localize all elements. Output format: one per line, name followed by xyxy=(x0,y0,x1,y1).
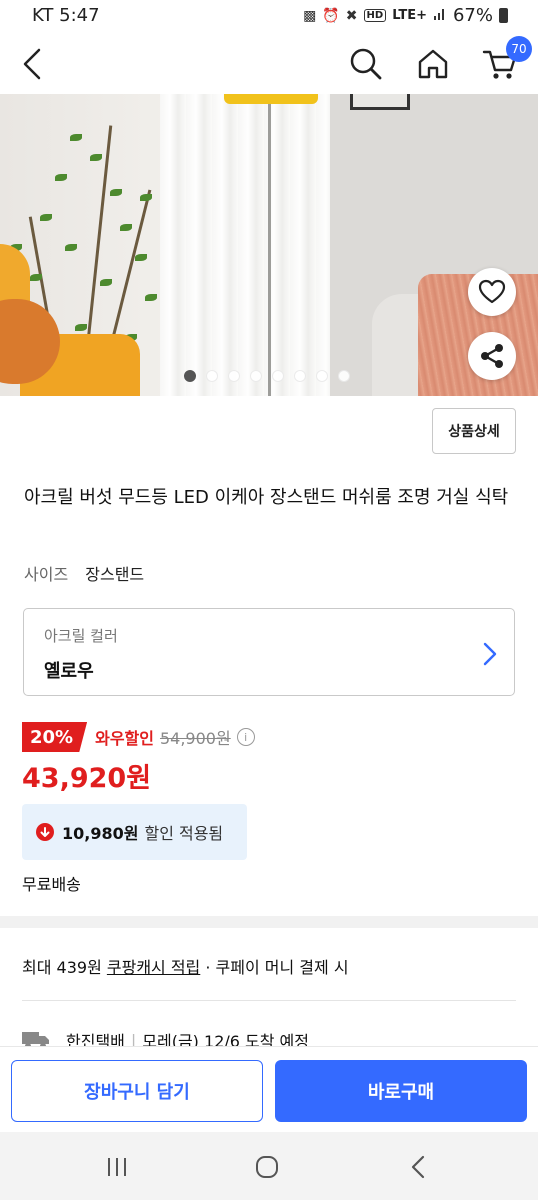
gallery-dot[interactable] xyxy=(206,370,218,382)
home-icon xyxy=(418,49,448,79)
section-divider xyxy=(0,916,538,928)
home-nav-button[interactable] xyxy=(247,1152,287,1182)
status-bar: KT 5:47 ▩ ⏰ ✖ HD LTE+ 67% xyxy=(0,0,538,32)
arrow-down-icon xyxy=(36,823,54,841)
gallery-dot[interactable] xyxy=(294,370,306,382)
color-option-select[interactable]: 아크릴 컬러 옐로우 xyxy=(23,608,515,696)
home-button[interactable] xyxy=(411,42,455,86)
image-curtain xyxy=(160,94,330,396)
back-nav-button[interactable] xyxy=(398,1152,438,1182)
bottom-action-bar: 장바구니 담기 바로구매 xyxy=(0,1046,538,1132)
wishlist-button[interactable] xyxy=(468,268,516,316)
share-button[interactable] xyxy=(468,332,516,380)
image-lamp-shade xyxy=(224,94,318,104)
cart-count-badge: 70 xyxy=(506,36,532,62)
buy-now-button[interactable]: 바로구매 xyxy=(275,1060,527,1122)
discount-applied-box: 10,980원 할인 적용됨 xyxy=(22,804,247,860)
gallery-dot[interactable] xyxy=(316,370,328,382)
gallery-dot[interactable] xyxy=(338,370,350,382)
cash-reward-prefix: 최대 439원 xyxy=(22,958,107,977)
android-nav-bar xyxy=(0,1132,538,1200)
back-button[interactable] xyxy=(10,42,54,86)
share-icon xyxy=(481,344,503,368)
size-option-value: 장스탠드 xyxy=(85,565,145,584)
free-shipping: 무료배송 xyxy=(22,875,81,894)
image-picture-frame xyxy=(350,94,410,110)
discount-badge: 20% xyxy=(22,722,88,752)
alarm-icon: ⏰ xyxy=(322,7,340,24)
back-arrow-icon xyxy=(411,1155,425,1179)
coupang-cash-link[interactable]: 쿠팡캐시 적립 xyxy=(107,958,200,977)
wow-discount-label: 와우할인 xyxy=(95,729,154,748)
cart-button[interactable]: 70 xyxy=(478,36,532,86)
recent-apps-button[interactable] xyxy=(97,1152,137,1182)
recent-apps-icon xyxy=(108,1158,126,1176)
discount-applied-text: 할인 적용됨 xyxy=(144,824,224,843)
size-option: 사이즈 장스탠드 xyxy=(24,561,144,585)
status-carrier-time: KT 5:47 xyxy=(32,5,100,26)
gallery-dot[interactable] xyxy=(228,370,240,382)
gallery-dot[interactable] xyxy=(250,370,262,382)
mute-icon: ✖ xyxy=(345,7,358,24)
home-circle-icon xyxy=(256,1156,278,1178)
sale-price: 43,920원 xyxy=(22,763,152,794)
product-image-gallery[interactable] xyxy=(0,94,538,396)
cash-reward-row: 최대 439원 쿠팡캐시 적립 · 쿠페이 머니 결제 시 xyxy=(22,954,349,978)
gallery-pagination xyxy=(184,370,350,382)
heart-icon xyxy=(478,279,506,304)
product-detail-button[interactable]: 상품상세 xyxy=(432,408,516,454)
discount-amount: 10,980원 xyxy=(62,824,139,843)
battery-icon xyxy=(499,8,508,23)
color-option-value: 옐로우 xyxy=(44,661,94,682)
notification-icon: ▩ xyxy=(303,7,317,24)
image-lamp-pole xyxy=(268,104,271,396)
search-icon xyxy=(350,48,382,80)
search-button[interactable] xyxy=(344,42,388,86)
chevron-right-icon xyxy=(483,642,497,666)
signal-icon xyxy=(433,7,447,25)
size-option-label: 사이즈 xyxy=(24,565,69,584)
status-icons: ▩ ⏰ ✖ HD LTE+ 67% xyxy=(303,5,508,26)
color-option-label: 아크릴 컬러 xyxy=(44,627,118,645)
original-price: 54,900원 xyxy=(159,729,231,748)
battery-percent: 67% xyxy=(452,5,493,26)
lte-icon: LTE+ xyxy=(392,8,427,23)
row-divider xyxy=(22,1000,516,1001)
gallery-dot[interactable] xyxy=(184,370,196,382)
product-title: 아크릴 버섯 무드등 LED 이케아 장스탠드 머쉬룸 조명 거실 식탁 xyxy=(24,487,509,508)
cash-reward-suffix: · 쿠페이 머니 결제 시 xyxy=(200,958,349,977)
hd-icon: HD xyxy=(363,9,387,22)
gallery-dot[interactable] xyxy=(272,370,284,382)
top-nav: 70 xyxy=(0,32,538,94)
image-armchair xyxy=(0,244,160,396)
info-icon[interactable]: i xyxy=(236,728,255,746)
add-to-cart-button[interactable]: 장바구니 담기 xyxy=(11,1060,263,1122)
chevron-left-icon xyxy=(23,48,41,80)
price-row: 20% 와우할인 54,900원 i xyxy=(22,722,255,752)
